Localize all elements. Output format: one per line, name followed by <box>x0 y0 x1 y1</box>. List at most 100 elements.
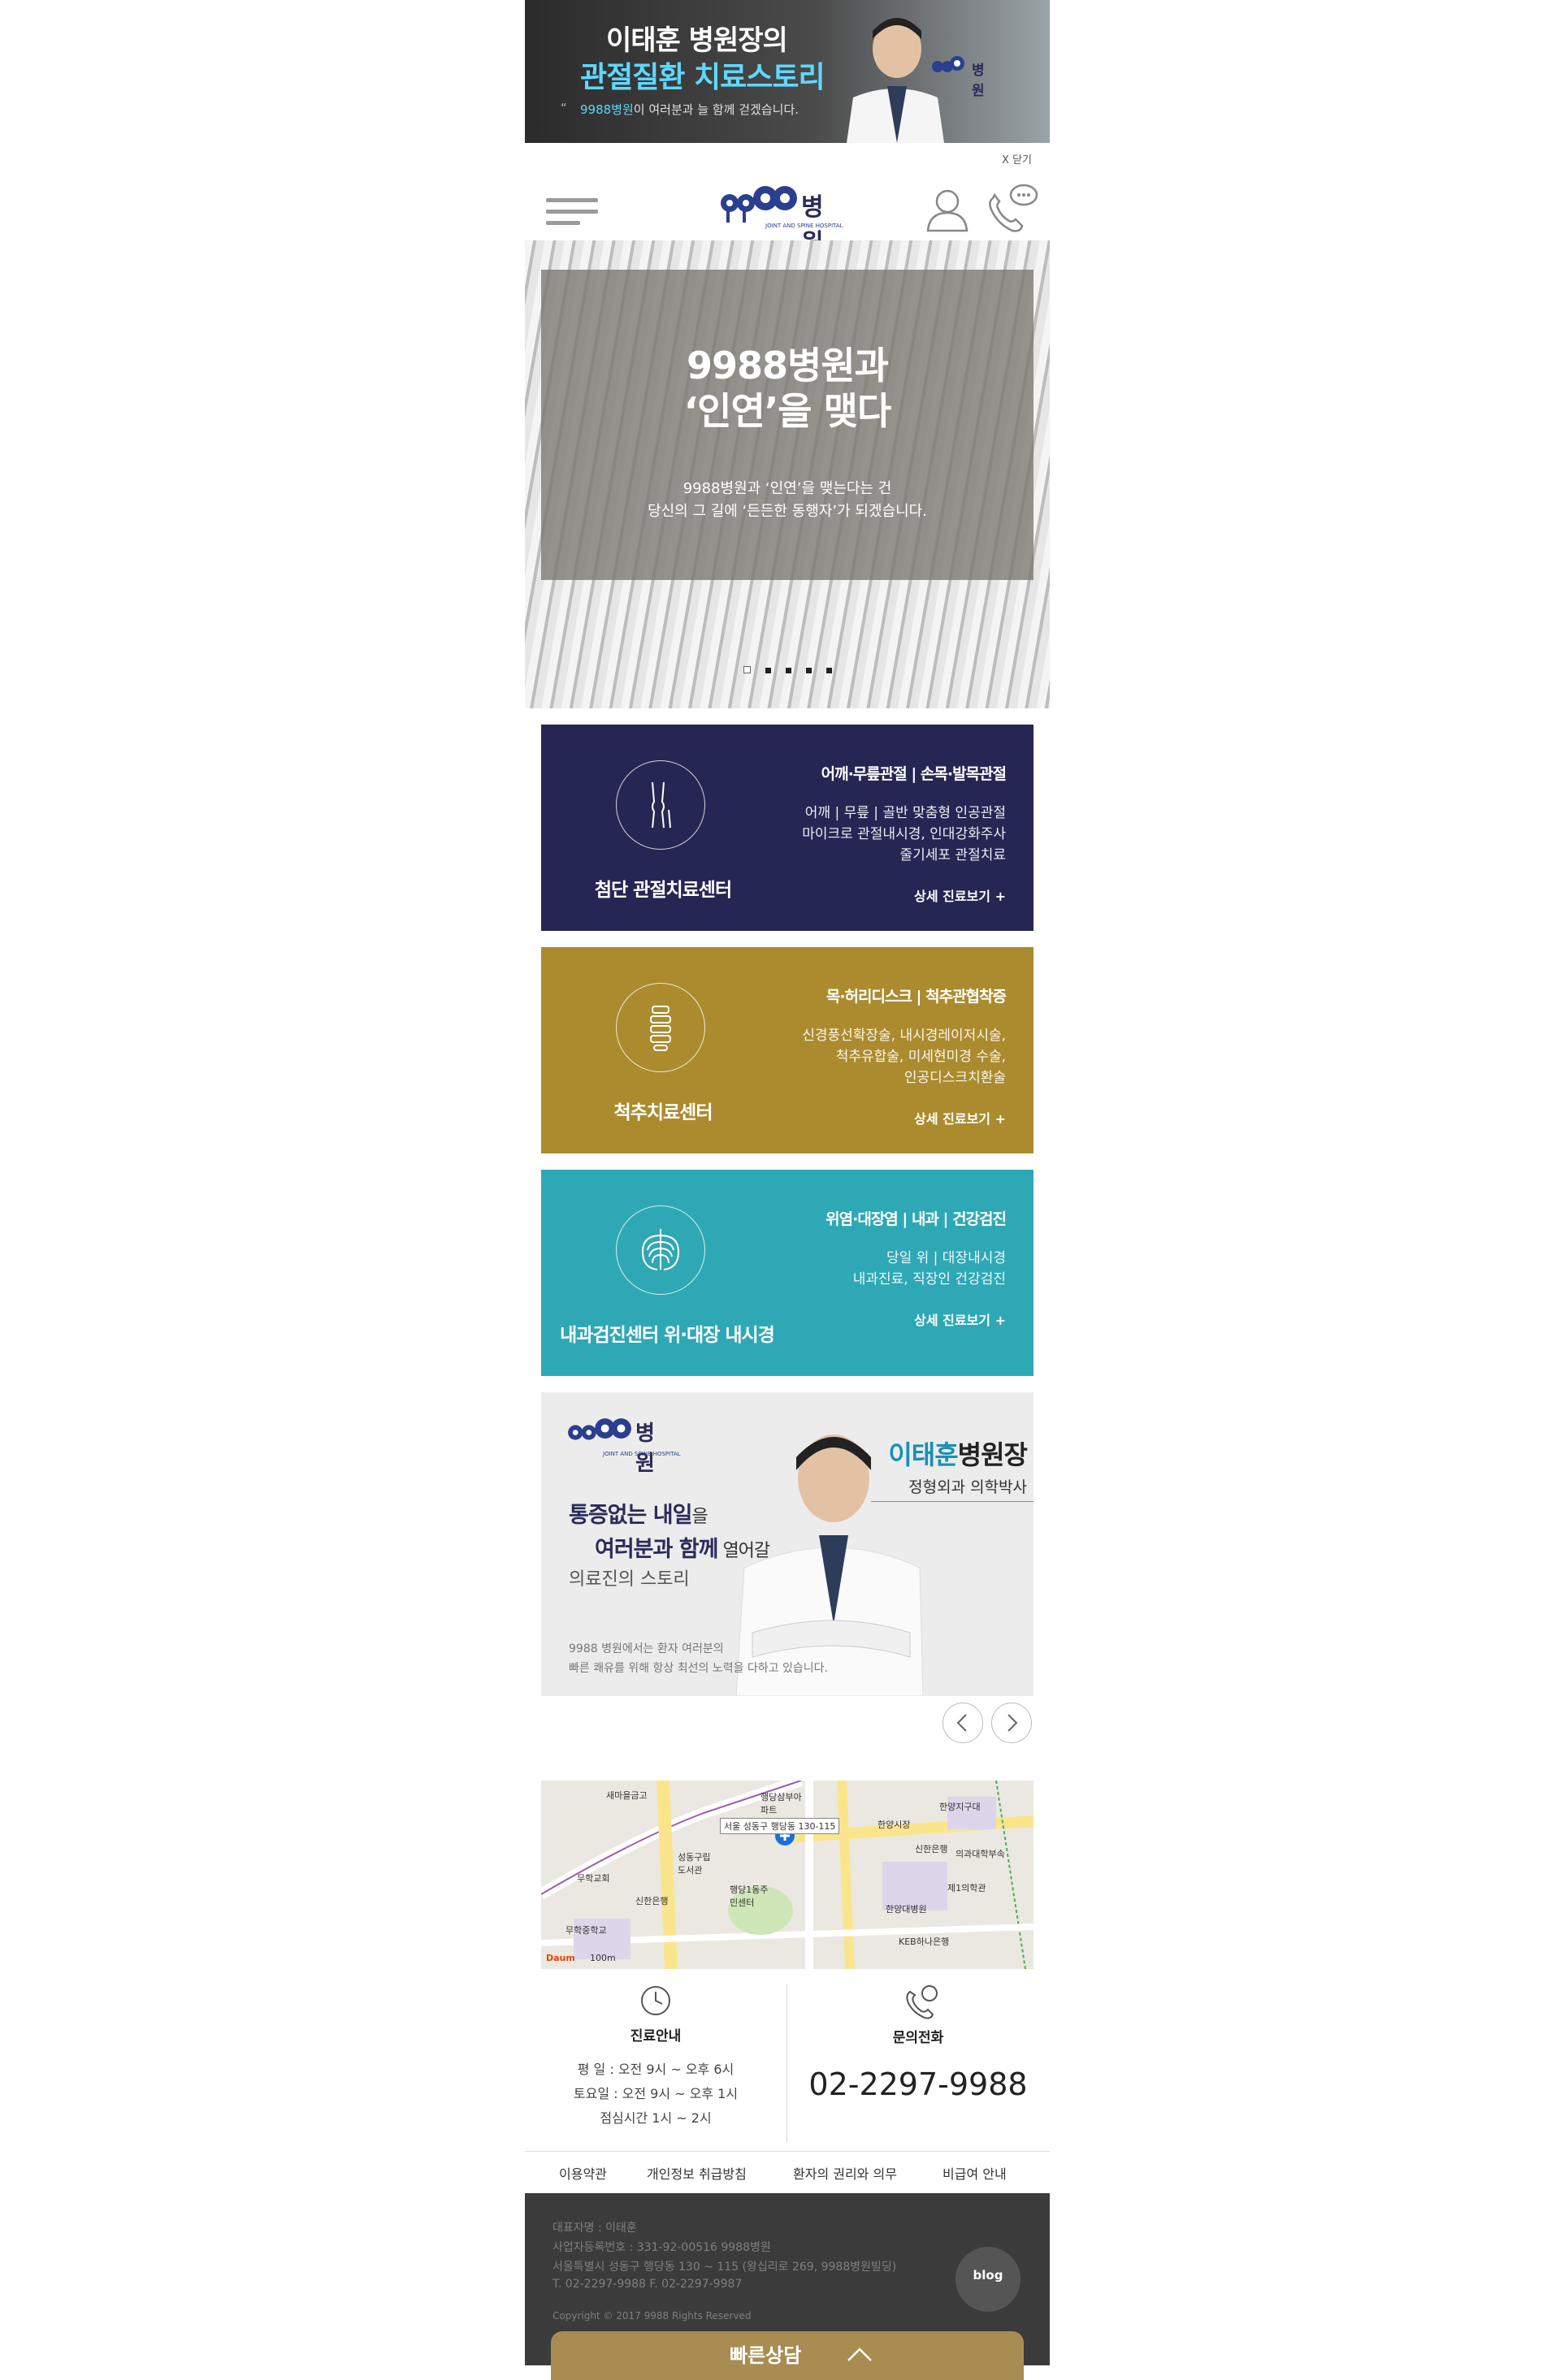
quick-consult-label: 빠른상담 <box>730 2344 802 2367</box>
story-logo-sub: JOINT AND SPINE HOSPITAL <box>603 1451 681 1457</box>
story-logo-text: 병원 <box>635 1422 655 1476</box>
center-description: 신경풍선확장술, 내시경레이저시술, 척추유합술, 미세현미경 수술, 인공디스… <box>802 1025 1006 1088</box>
header-logo-sub: JOINT AND SPINE HOSPITAL <box>765 223 843 229</box>
chevron-left-icon <box>956 1714 967 1732</box>
center-detail-link[interactable]: 상세 진료보기 + <box>914 1108 1006 1127</box>
doctor-degree: 정형외과 의학박사 <box>908 1478 1027 1496</box>
doctor-photo <box>847 18 944 143</box>
story-desc-line: 빠른 쾌유를 위해 항상 최선의 노력을 다하고 있습니다. <box>569 1662 828 1675</box>
center-name: 척추치료센터 <box>613 1102 713 1123</box>
patient-rights-link[interactable]: 환자의 권리와 의무 <box>793 2163 897 2183</box>
center-tags: 목·허리디스크 | 척추관협착증 <box>826 988 1007 1006</box>
map-label: 행당삼부아파트 <box>760 1792 802 1815</box>
mobile-page: 이태훈 병원장의 관절질환 치료스토리 “ 9988병원이 여러분과 늘 함께 … <box>525 0 1050 2380</box>
doctor-story-banner[interactable]: 병원 JOINT AND SPINE HOSPITAL 이태훈병원장 정형외과 … <box>541 1392 1034 1696</box>
hero-dot-1[interactable] <box>743 666 751 673</box>
clock-icon <box>641 1986 670 2015</box>
map-label: 한양시장 <box>878 1820 911 1830</box>
doctor-title: 병원장 <box>957 1439 1028 1470</box>
map-address-label: 서울 성동구 행당동 130-115 <box>720 1818 840 1834</box>
noncovered-fees-link[interactable]: 비급여 안내 <box>942 2163 1007 2183</box>
ribcage-icon-circle <box>616 1205 705 1295</box>
hamburger-menu-icon[interactable] <box>546 198 598 231</box>
hero-slider[interactable]: 9988병원과 ‘인연’을 맺다 9988병원과 ‘인연’을 맺는다는 건 당신… <box>525 240 1050 708</box>
user-icon[interactable] <box>926 187 968 232</box>
center-desc-line: 당일 위 | 대장내시경 <box>886 1250 1006 1266</box>
spine-center-card[interactable]: 척추치료센터 목·허리디스크 | 척추관협착증 신경풍선확장술, 내시경레이저시… <box>541 947 1034 1153</box>
privacy-link[interactable]: 개인정보 취급방침 <box>647 2163 747 2183</box>
map-label: KEB하나은행 <box>899 1936 950 1947</box>
blog-label: blog <box>973 2268 1003 2283</box>
doctor-divider <box>871 1501 1034 1502</box>
banner-close-button[interactable]: X 닫기 <box>1002 151 1032 167</box>
map-scale: 100m <box>590 1953 616 1963</box>
chevron-right-icon <box>1008 1714 1018 1732</box>
blog-button[interactable]: blog <box>956 2247 1020 2312</box>
center-name: 첨단 관절치료센터 <box>594 880 732 901</box>
hero-title-line1: 9988병원과 <box>687 344 889 387</box>
phone-number-link[interactable]: 02-2297-9988 <box>786 2066 1050 2102</box>
phone-title: 문의전화 <box>892 2030 944 2046</box>
map-label: 성동구립도서관 <box>678 1852 711 1876</box>
hero-text-line2: 당신의 그 길에 ‘든든한 동행자’가 되겠습니다. <box>648 503 927 520</box>
hero-dot-3[interactable] <box>785 668 791 673</box>
center-desc-line: 마이크로 관절내시경, 인대강화주사 <box>802 826 1006 842</box>
center-detail-link[interactable]: 상세 진료보기 + <box>914 1309 1006 1329</box>
map-label: 한양지구대 <box>939 1802 981 1812</box>
hero-dot-4[interactable] <box>805 668 812 673</box>
site-logo[interactable]: 병원 JOINT AND SPINE HOSPITAL <box>720 182 843 257</box>
knee-joint-icon <box>652 781 671 829</box>
phone-chat-icon[interactable] <box>986 184 1038 232</box>
map-label: 행당1동주민센터 <box>730 1885 769 1908</box>
banner-logo-text: 병원 <box>972 63 985 99</box>
phone-icon <box>906 1985 938 2019</box>
center-desc-line: 척추유합술, 미세현미경 수술, <box>835 1049 1006 1065</box>
footer-nav: 이용약관 개인정보 취급방침 환자의 권리와 의무 비급여 안내 <box>525 2151 1050 2194</box>
center-desc-line: 어깨 | 무릎 | 골반 맞춤형 인공관절 <box>804 805 1006 821</box>
location-map[interactable]: 새마을금고 행당삼부아파트 한양지구대 한양시장 서울 성동구 행당동 130-… <box>541 1781 1034 1969</box>
banner-tagline: 9988병원이 여러분과 늘 함께 걷겠습니다. <box>580 101 799 118</box>
story-desc-line: 9988 병원에서는 환자 여러분의 <box>569 1642 724 1655</box>
map-label: 제1의학관 <box>947 1883 986 1893</box>
hero-title: 9988병원과 ‘인연’을 맺다 <box>541 343 1034 434</box>
footer-line: 대표자명 : 이태훈 <box>552 2222 637 2235</box>
slider-next-button[interactable] <box>991 1703 1032 1743</box>
doctor-given-name: 이태훈 <box>888 1439 958 1470</box>
hero-pagination <box>525 661 1050 677</box>
banner-title-line1: 이태훈 병원장의 <box>606 24 788 57</box>
story-description: 9988 병원에서는 환자 여러분의 빠른 쾌유를 위해 항상 최선의 노력을 … <box>569 1639 828 1678</box>
story-headline1-rest: 을 <box>691 1507 708 1527</box>
story-headline1-bold: 통증없는 내일 <box>569 1503 692 1528</box>
story-subtitle: 의료진의 스토리 <box>569 1569 690 1590</box>
spine-icon-circle <box>616 983 705 1072</box>
hours-line: 평 일 : 오전 9시 ~ 오후 6시 <box>577 2062 734 2077</box>
terms-link[interactable]: 이용약관 <box>559 2163 607 2183</box>
banner-tagline-highlight: 9988병원 <box>580 102 634 117</box>
center-detail-link[interactable]: 상세 진료보기 + <box>914 885 1006 905</box>
contact-info: 진료안내 평 일 : 오전 9시 ~ 오후 6시 토요일 : 오전 9시 ~ 오… <box>525 1969 1050 2151</box>
internal-medicine-center-card[interactable]: 내과검진센터 위·대장 내시경 위염·대장염 | 내과 | 건강검진 당일 위 … <box>541 1170 1034 1376</box>
banner-close-row: X 닫기 <box>525 143 1050 172</box>
hero-text: 9988병원과 ‘인연’을 맺는다는 건 당신의 그 길에 ‘든든한 동행자’가… <box>541 478 1034 523</box>
top-promo-banner[interactable]: 이태훈 병원장의 관절질환 치료스토리 “ 9988병원이 여러분과 늘 함께 … <box>525 0 1050 143</box>
story-logo: 병원 JOINT AND SPINE HOSPITAL <box>567 1415 681 1476</box>
banner-tagline-rest: 이 여러분과 늘 함께 걷겠습니다. <box>633 102 800 117</box>
quick-consult-button[interactable]: 빠른상담 <box>551 2331 1024 2380</box>
map-label: 무학교회 <box>577 1873 610 1884</box>
map-label: 무학중학교 <box>566 1925 607 1936</box>
hours-line: 토요일 : 오전 9시 ~ 오후 1시 <box>573 2086 739 2101</box>
hours-title: 진료안내 <box>630 2028 682 2045</box>
hero-dot-5[interactable] <box>826 668 832 673</box>
footer-line: T. 02-2297-9988 F. 02-2297-9987 <box>552 2278 743 2291</box>
info-divider <box>786 1984 787 2143</box>
hero-dot-2[interactable] <box>765 668 771 673</box>
center-desc-line: 내과진료, 직장인 건강검진 <box>852 1271 1006 1287</box>
map-label: 의과대학부속 <box>956 1849 1005 1859</box>
story-headline2-rest: 열어갈 <box>717 1541 770 1561</box>
joint-center-card[interactable]: 첨단 관절치료센터 어깨·무릎관절 | 손목·발목관절 어깨 | 무릎 | 골반… <box>541 725 1034 931</box>
map-label: 신한은행 <box>635 1896 669 1906</box>
footer-line: 서울특별시 성동구 행당동 130 ~ 115 (왕십리로 269, 9988병… <box>552 2261 897 2274</box>
doctor-name: 이태훈병원장 <box>888 1434 1028 1472</box>
map-label: 신한은행 <box>915 1844 948 1854</box>
slider-prev-button[interactable] <box>942 1703 983 1743</box>
